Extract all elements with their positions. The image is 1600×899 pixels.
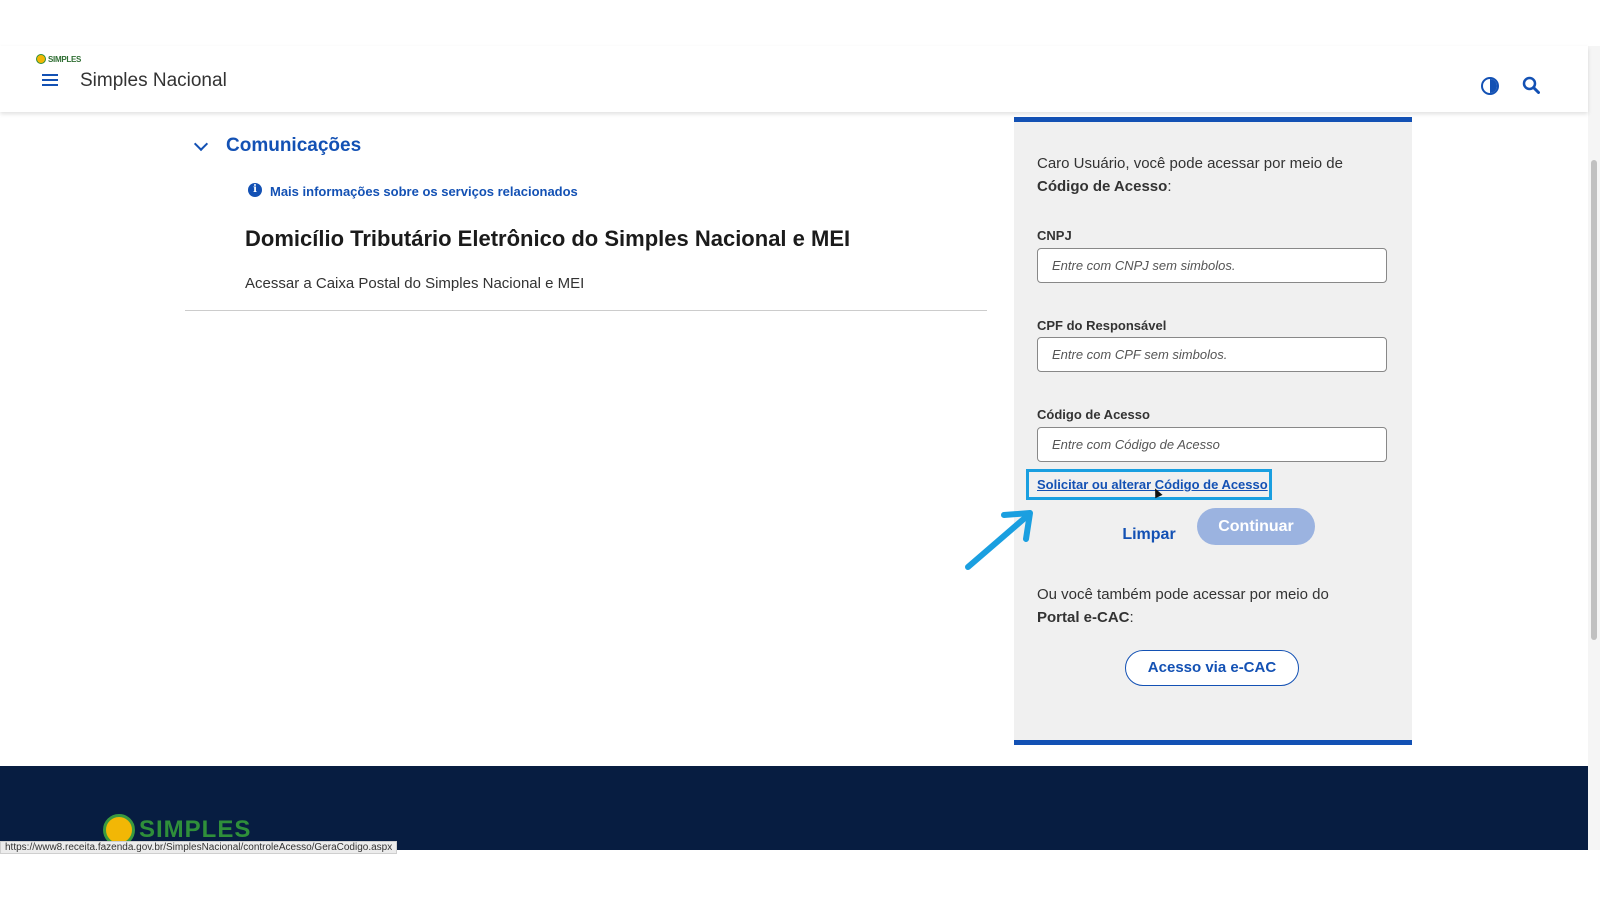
cpf-input[interactable] xyxy=(1037,337,1387,372)
login-intro-bold: Código de Acesso xyxy=(1037,178,1168,195)
simples-logo-mark xyxy=(36,54,46,64)
ecac-button[interactable]: Acesso via e-CAC xyxy=(1125,650,1299,686)
alt-access-bold: Portal e-CAC xyxy=(1037,609,1130,626)
alt-access-text: Ou você também pode acessar por meio do … xyxy=(1037,583,1397,629)
scrollbar-thumb[interactable] xyxy=(1591,160,1597,640)
continue-button[interactable]: Continuar xyxy=(1197,508,1315,545)
service-description: Acessar a Caixa Postal do Simples Nacion… xyxy=(245,275,585,292)
page-scrollbar[interactable] xyxy=(1588,46,1600,850)
app-title: Simples Nacional xyxy=(80,70,227,91)
simples-logo-text: SIMPLES xyxy=(48,54,82,64)
login-panel: Caro Usuário, você pode acessar por meio… xyxy=(1014,117,1412,745)
codigo-input[interactable] xyxy=(1037,427,1387,462)
status-bar-url: https://www8.receita.fazenda.gov.br/Simp… xyxy=(0,841,398,854)
codigo-label: Código de Acesso xyxy=(1037,407,1150,422)
cnpj-input[interactable] xyxy=(1037,248,1387,283)
alt-access-prefix: Ou você também pode acessar por meio do xyxy=(1037,586,1329,603)
login-intro: Caro Usuário, você pode acessar por meio… xyxy=(1037,152,1397,198)
divider xyxy=(185,310,987,311)
login-intro-suffix: : xyxy=(1167,178,1172,195)
login-intro-text: Caro Usuário, você pode acessar por meio… xyxy=(1037,155,1343,172)
cnpj-label: CNPJ xyxy=(1037,228,1072,243)
alt-access-suffix: : xyxy=(1129,609,1134,626)
service-title: Domicílio Tributário Eletrônico do Simpl… xyxy=(245,226,851,251)
clear-button[interactable]: Limpar xyxy=(1114,520,1184,550)
footer-logo-text: SIMPLES xyxy=(139,816,252,843)
contrast-icon[interactable] xyxy=(1481,77,1499,95)
simples-logo-small: SIMPLES xyxy=(36,54,81,64)
info-link[interactable]: Mais informações sobre os serviços relac… xyxy=(270,184,578,199)
cpf-label: CPF do Responsável xyxy=(1037,318,1167,333)
chevron-down-icon[interactable] xyxy=(193,136,209,152)
section-title[interactable]: Comunicações xyxy=(226,135,361,157)
info-icon: i xyxy=(248,183,262,197)
annotation-arrow-icon xyxy=(960,505,1040,575)
site-footer: SIMPLES xyxy=(0,766,1588,850)
site-header: SIMPLES Simples Nacional xyxy=(0,46,1588,112)
menu-icon[interactable] xyxy=(42,74,58,88)
search-icon[interactable] xyxy=(1522,76,1540,94)
